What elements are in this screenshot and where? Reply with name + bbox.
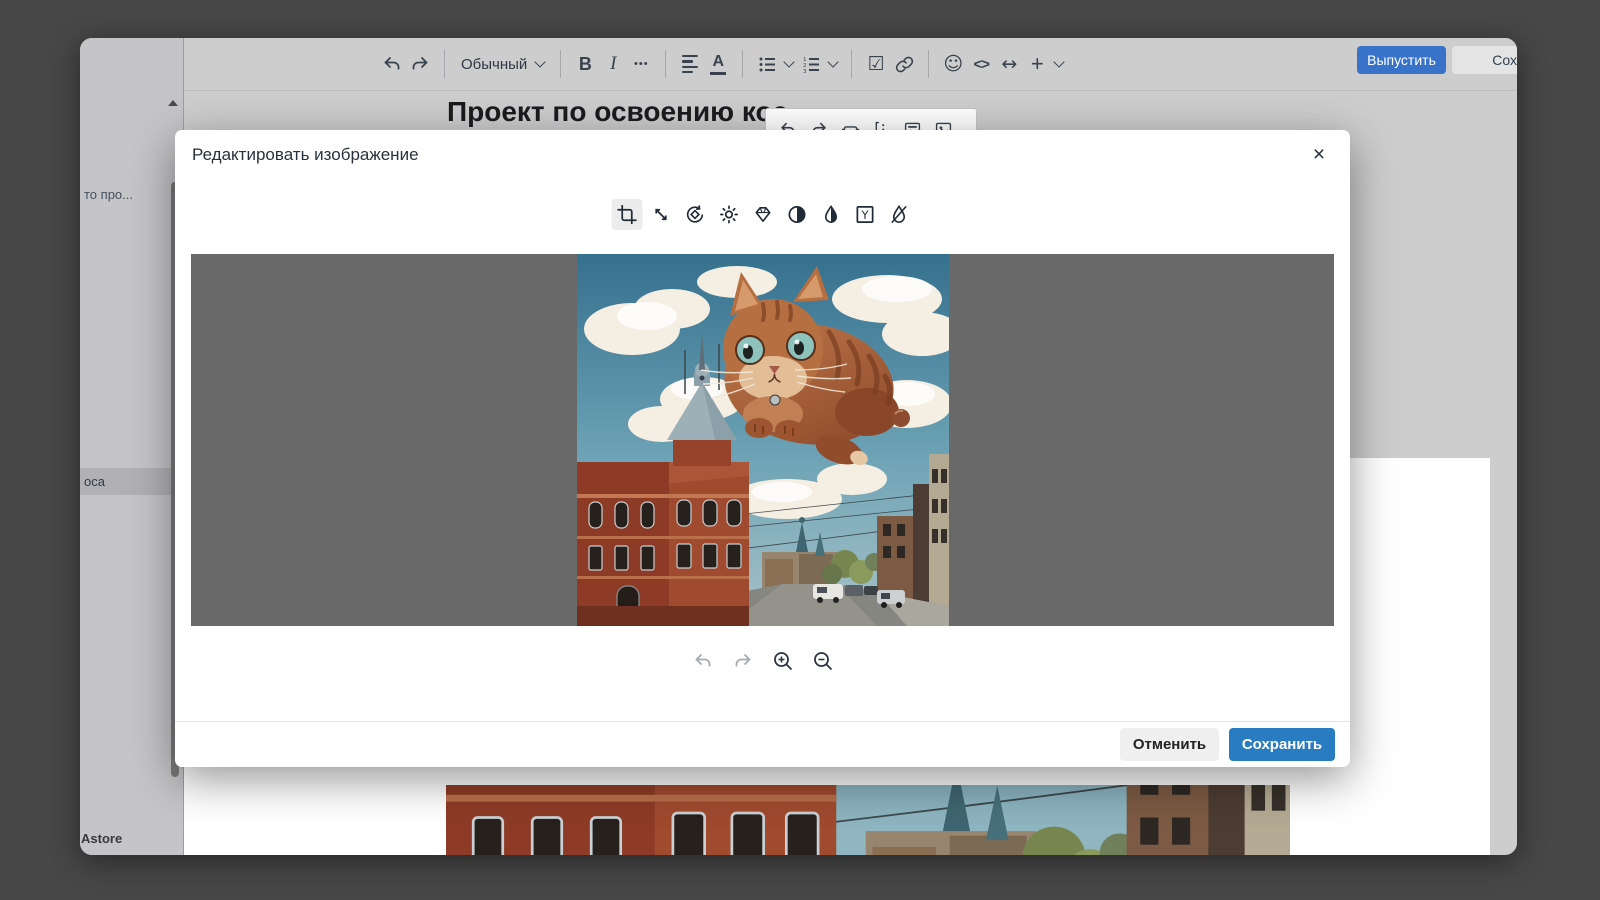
- editor-toolbar: Обычный B I ••• A: [184, 38, 1517, 91]
- tool-contrast-button[interactable]: [781, 199, 812, 230]
- footer-divider: [175, 721, 1350, 722]
- modal-footer: Отменить Сохранить: [1120, 728, 1335, 761]
- numbered-list-icon: 1 2 3: [802, 55, 821, 74]
- tool-rotate-button[interactable]: [679, 199, 710, 230]
- checklist-button[interactable]: ☑: [862, 47, 890, 81]
- cancel-button[interactable]: Отменить: [1120, 728, 1219, 761]
- italic-button[interactable]: I: [599, 47, 627, 81]
- emoji-button[interactable]: ☺: [939, 47, 967, 81]
- sidebar-item-selected[interactable]: оса: [80, 468, 183, 495]
- more-formats-button[interactable]: •••: [627, 47, 655, 81]
- sidebar-item[interactable]: то про...: [80, 181, 183, 208]
- code-button[interactable]: <>: [967, 47, 995, 81]
- bullet-list-options-button[interactable]: [781, 47, 797, 81]
- toolbar-separator: [665, 50, 666, 78]
- paragraph-style-dropdown[interactable]: Обычный: [455, 47, 550, 81]
- chevron-down-icon: [828, 56, 839, 67]
- toolbar-separator: [444, 50, 445, 78]
- chevron-down-icon: [535, 56, 546, 67]
- publish-button[interactable]: Выпустить: [1357, 46, 1446, 74]
- svg-text:3: 3: [803, 69, 807, 74]
- link-icon: [895, 55, 914, 74]
- insert-options-button[interactable]: [1051, 47, 1067, 81]
- align-button[interactable]: [676, 47, 704, 81]
- tool-blur-off-button[interactable]: [883, 199, 914, 230]
- tool-resize-button[interactable]: [645, 199, 676, 230]
- cat-city-image[interactable]: [577, 254, 949, 626]
- link-button[interactable]: [890, 47, 918, 81]
- tool-crop-button[interactable]: [611, 199, 642, 230]
- tool-clarity-button[interactable]: [747, 199, 778, 230]
- redo-button[interactable]: [730, 648, 756, 674]
- numbered-list-options-button[interactable]: [825, 47, 841, 81]
- undo-button[interactable]: [690, 648, 716, 674]
- document-title[interactable]: Проект по освоению кос: [447, 96, 788, 128]
- bullet-list-icon: [758, 55, 777, 74]
- paragraph-style-value: Обычный: [461, 56, 527, 73]
- modal-title: Редактировать изображение: [192, 145, 419, 165]
- save-draft-button[interactable]: Сохранить: [1452, 46, 1517, 74]
- text-color-label: A: [713, 54, 725, 70]
- full-width-button[interactable]: ↔: [995, 47, 1023, 81]
- zoom-in-icon[interactable]: [770, 648, 796, 674]
- numbered-list-button[interactable]: 1 2 3: [797, 47, 825, 81]
- image-tools-toolbar: Y: [611, 199, 914, 230]
- text-color-bar: [710, 72, 726, 75]
- toolbar-separator: [742, 50, 743, 78]
- toolbar-separator: [560, 50, 561, 78]
- desktop: { "window": { "sidebar": { "item_truncat…: [0, 0, 1600, 900]
- text-color-button[interactable]: A: [704, 47, 732, 81]
- tool-gamma-button[interactable]: Y: [849, 199, 880, 230]
- save-button[interactable]: Сохранить: [1229, 728, 1335, 761]
- zoom-out-icon[interactable]: [810, 648, 836, 674]
- cat-city-image-zoomed: [446, 785, 1290, 855]
- image-preview-area: [191, 254, 1334, 626]
- sidebar: то про... оса Astore: [80, 38, 184, 855]
- app-logo: Astore: [81, 831, 122, 846]
- bold-button[interactable]: B: [571, 47, 599, 81]
- edit-image-modal: Редактировать изображение × Y: [175, 130, 1350, 767]
- tool-brightness-button[interactable]: [713, 199, 744, 230]
- toolbar-separator: [928, 50, 929, 78]
- chevron-down-icon: [1054, 56, 1065, 67]
- svg-text:Y: Y: [860, 208, 869, 222]
- tool-saturation-button[interactable]: [815, 199, 846, 230]
- chevron-down-icon: [784, 56, 795, 67]
- bullet-list-button[interactable]: [753, 47, 781, 81]
- document-image[interactable]: [446, 785, 1290, 855]
- insert-block-button[interactable]: +: [1023, 47, 1051, 81]
- undo-button[interactable]: [378, 47, 406, 81]
- toolbar-separator: [851, 50, 852, 78]
- preview-controls: [690, 648, 836, 674]
- editor-actions: Выпустить Сохранить: [1357, 46, 1517, 74]
- scroll-up-icon[interactable]: [168, 100, 178, 106]
- redo-button[interactable]: [406, 47, 434, 81]
- close-icon[interactable]: ×: [1304, 140, 1334, 170]
- align-left-icon: [682, 55, 698, 74]
